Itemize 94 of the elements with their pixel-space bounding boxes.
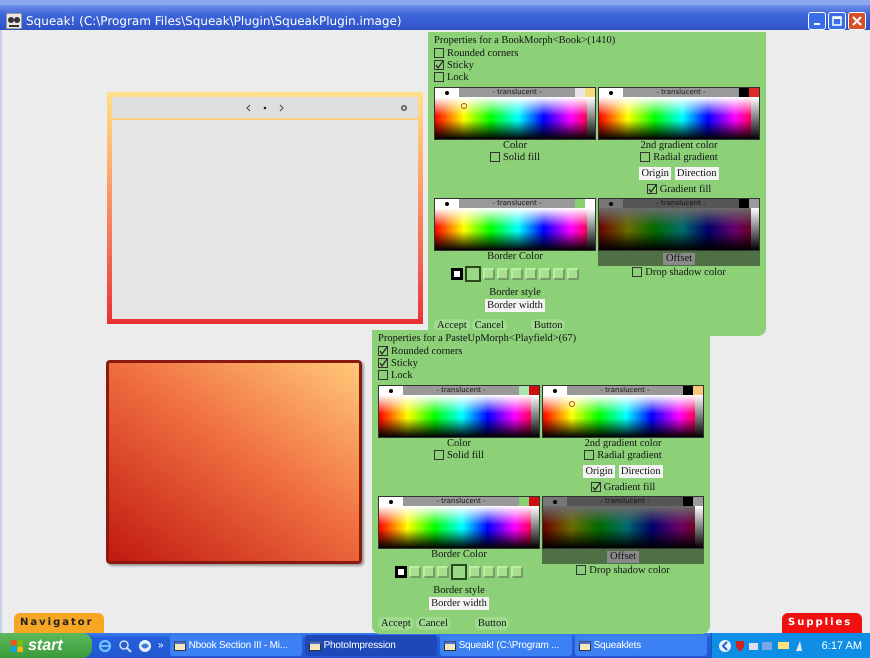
clock: 6:17 AM: [822, 640, 862, 652]
grayscale-bar[interactable]: [751, 97, 759, 139]
checkbox-label: Sticky: [447, 60, 474, 70]
gradient-button[interactable]: Direction: [674, 167, 719, 180]
checkbox[interactable]: [576, 565, 586, 575]
taskbar-button[interactable]: PhotoImpression: [304, 635, 437, 656]
next-page-icon[interactable]: [279, 104, 285, 112]
navigator-flap-tab[interactable]: Navigator: [14, 613, 104, 633]
checkbox[interactable]: [632, 267, 642, 277]
checkbox-label: Gradient fill: [660, 184, 712, 194]
checkbox-label: Lock: [391, 370, 413, 380]
checkbox-label: Solid fill: [502, 152, 540, 162]
supplies-flap-tab[interactable]: Supplies: [782, 613, 862, 633]
checkbox[interactable]: [434, 60, 444, 70]
panel-button[interactable]: Accept: [378, 617, 414, 630]
close-button[interactable]: [848, 12, 866, 30]
grayscale-bar[interactable]: [587, 97, 595, 139]
grayscale-bar[interactable]: [751, 208, 759, 250]
window-icon: [174, 640, 186, 652]
checkbox-label: Lock: [447, 72, 469, 82]
panel-button[interactable]: Cancel: [416, 617, 451, 630]
grayscale-bar[interactable]: [531, 506, 539, 548]
grayscale-bar[interactable]: [587, 208, 595, 250]
picker-label: Border Color: [431, 549, 487, 560]
checkbox[interactable]: [378, 370, 388, 380]
checkbox-label: Sticky: [391, 358, 418, 368]
previous-page-icon[interactable]: [245, 104, 251, 112]
checkbox[interactable]: [378, 346, 388, 356]
close-icon: [852, 16, 862, 26]
window-title: Squeak! (C:\Program Files\Squeak\Plugin\SqueakPlugin.image): [26, 14, 403, 28]
minimize-icon: [814, 22, 820, 24]
checkbox-label: Radial gradient: [597, 450, 662, 460]
border-width-button[interactable]: Border width: [485, 299, 545, 312]
gradient-button[interactable]: Origin: [583, 465, 615, 478]
checkbox[interactable]: [490, 152, 500, 162]
border-style-option[interactable]: [465, 266, 481, 282]
window-icon: [444, 640, 456, 652]
search-icon[interactable]: [118, 638, 132, 652]
picker-label: 2nd gradient color: [584, 438, 662, 449]
window-icon: [578, 640, 591, 652]
menu-icon[interactable]: [400, 104, 408, 112]
checkbox-label: Gradient fill: [604, 482, 656, 492]
color-spectrum[interactable]: [599, 97, 759, 139]
color-spectrum[interactable]: [379, 395, 539, 437]
checkbox[interactable]: [590, 482, 601, 492]
grayscale-bar[interactable]: [531, 395, 539, 437]
picker-label: Color: [503, 140, 527, 151]
page-dot-icon[interactable]: [262, 104, 268, 112]
checkbox[interactable]: [646, 184, 657, 194]
offset-button[interactable]: Offset: [662, 252, 696, 264]
maximize-icon: [832, 16, 842, 26]
panel-title: Properties for a PasteUpMorph<Playfield>(67): [378, 333, 578, 344]
grayscale-bar[interactable]: [695, 395, 703, 437]
checkbox[interactable]: [434, 72, 444, 82]
border-style-option[interactable]: [395, 566, 407, 578]
color-spectrum[interactable]: [543, 395, 703, 437]
checkbox-label: Solid fill: [446, 450, 484, 460]
gradient-button[interactable]: Origin: [639, 167, 671, 180]
color-spectrum[interactable]: [435, 208, 595, 250]
maximize-button[interactable]: [828, 12, 846, 30]
windows-flag-icon: [10, 638, 24, 652]
checkbox-label: Radial gradient: [653, 152, 718, 162]
checkbox-label: Drop shadow color: [589, 564, 670, 576]
picker-label: Color: [447, 438, 471, 449]
checkbox[interactable]: [434, 48, 444, 58]
color-spectrum[interactable]: [543, 506, 703, 548]
checkbox[interactable]: [640, 152, 650, 162]
picker-label: 2nd gradient color: [640, 140, 718, 151]
minimize-button[interactable]: [808, 12, 826, 30]
checkbox-label: Rounded corners: [391, 346, 462, 356]
color-spectrum[interactable]: [435, 97, 595, 139]
grayscale-bar[interactable]: [695, 506, 703, 548]
taskbar-button[interactable]: Squeaklets: [574, 635, 707, 656]
border-width-button[interactable]: Border width: [429, 597, 489, 610]
border-style-option[interactable]: [451, 268, 463, 280]
border-style-label: Border style: [489, 287, 541, 298]
checkbox[interactable]: [378, 358, 388, 368]
picker-label: Border Color: [487, 251, 543, 262]
taskbar-button[interactable]: Nbook Section III - Mi...: [170, 635, 302, 656]
offset-button[interactable]: Offset: [606, 550, 640, 562]
checkbox-label: Rounded corners: [447, 48, 518, 58]
taskbar-button[interactable]: Squeak! (C:\Program ...: [440, 635, 572, 656]
window-icon: [308, 640, 321, 652]
quick-launch-more[interactable]: »: [158, 640, 164, 651]
border-style-label: Border style: [433, 585, 485, 596]
color-spectrum[interactable]: [599, 208, 759, 250]
checkbox[interactable]: [584, 450, 594, 460]
color-spectrum[interactable]: [379, 506, 539, 548]
checkbox[interactable]: [434, 450, 444, 460]
checkbox-label: Drop shadow color: [645, 266, 726, 278]
gradient-button[interactable]: Direction: [618, 465, 663, 478]
panel-button[interactable]: Button: [474, 617, 510, 630]
border-style-option[interactable]: [451, 564, 467, 580]
panel-title: Properties for a BookMorph<Book>(1410): [434, 35, 616, 46]
